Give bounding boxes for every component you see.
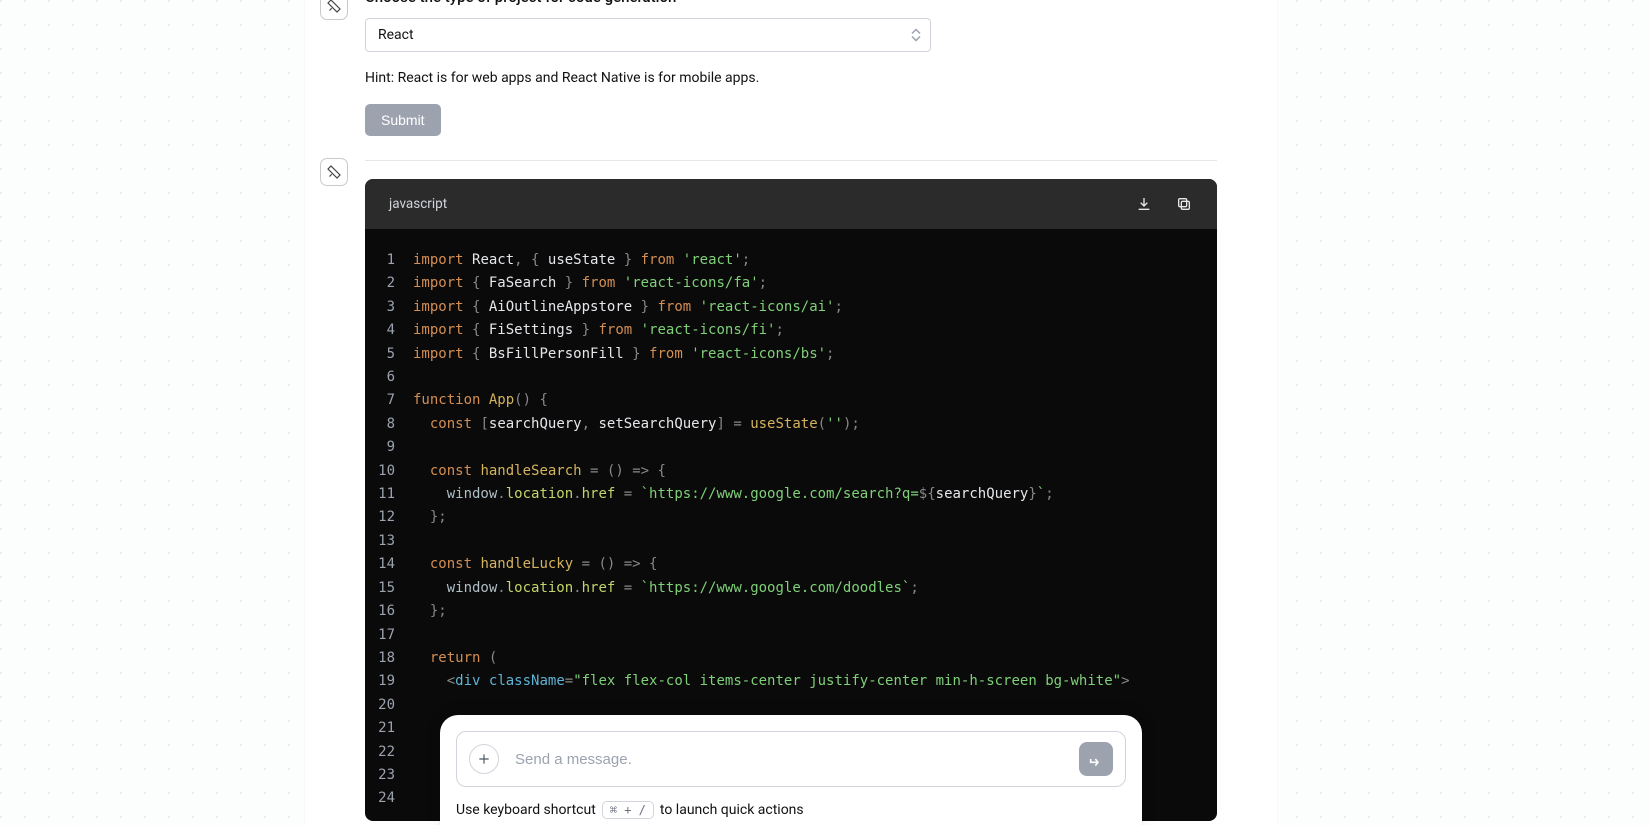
line-number: 4	[365, 319, 413, 342]
enter-icon	[1088, 751, 1104, 767]
form-hint: Hint: React is for web apps and React Na…	[365, 70, 1217, 86]
code-language-label: javascript	[389, 196, 447, 212]
line-number: 3	[365, 296, 413, 319]
line-number: 12	[365, 506, 413, 529]
shortcut-hint-post: to launch quick actions	[660, 802, 804, 818]
project-type-form: Choose the type of project for code gene…	[305, 18, 1277, 136]
line-number: 11	[365, 483, 413, 506]
line-number: 17	[365, 624, 413, 647]
line-number: 2	[365, 272, 413, 295]
send-button[interactable]	[1079, 742, 1113, 776]
line-number: 10	[365, 460, 413, 483]
message-input[interactable]	[513, 750, 1065, 769]
line-number: 5	[365, 343, 413, 366]
code-actions	[1135, 195, 1193, 213]
composer-card: Use keyboard shortcut ⌘ + / to launch qu…	[440, 715, 1142, 825]
project-type-select-value: React	[365, 18, 931, 52]
chevron-updown-icon	[911, 29, 921, 42]
line-number: 14	[365, 553, 413, 576]
project-type-select[interactable]: React	[365, 18, 931, 52]
line-number: 20	[365, 694, 413, 717]
form-title: Choose the type of project for code gene…	[365, 0, 676, 6]
line-number: 6	[365, 366, 413, 389]
line-number: 7	[365, 389, 413, 412]
divider	[365, 160, 1217, 161]
line-number: 18	[365, 647, 413, 670]
line-number: 1	[365, 249, 413, 272]
shortcut-kbd: ⌘ + /	[602, 801, 654, 819]
submit-button[interactable]: Submit	[365, 104, 441, 136]
composer-input-row	[456, 731, 1126, 787]
line-number: 13	[365, 530, 413, 553]
line-number: 8	[365, 413, 413, 436]
assistant-avatar-icon	[320, 158, 348, 186]
line-number: 9	[365, 436, 413, 459]
line-number: 16	[365, 600, 413, 623]
shortcut-hint-pre: Use keyboard shortcut	[456, 802, 596, 818]
composer: Use keyboard shortcut ⌘ + / to launch qu…	[305, 715, 1277, 825]
shortcut-hint: Use keyboard shortcut ⌘ + / to launch qu…	[456, 801, 1126, 819]
download-icon[interactable]	[1135, 195, 1153, 213]
app-page: Choose the type of project for code gene…	[305, 0, 1277, 825]
code-block-header: javascript	[365, 179, 1217, 229]
assistant-avatar-icon	[320, 0, 348, 20]
line-number: 15	[365, 577, 413, 600]
copy-icon[interactable]	[1175, 195, 1193, 213]
plus-icon[interactable]	[469, 744, 499, 774]
line-number: 19	[365, 670, 413, 693]
